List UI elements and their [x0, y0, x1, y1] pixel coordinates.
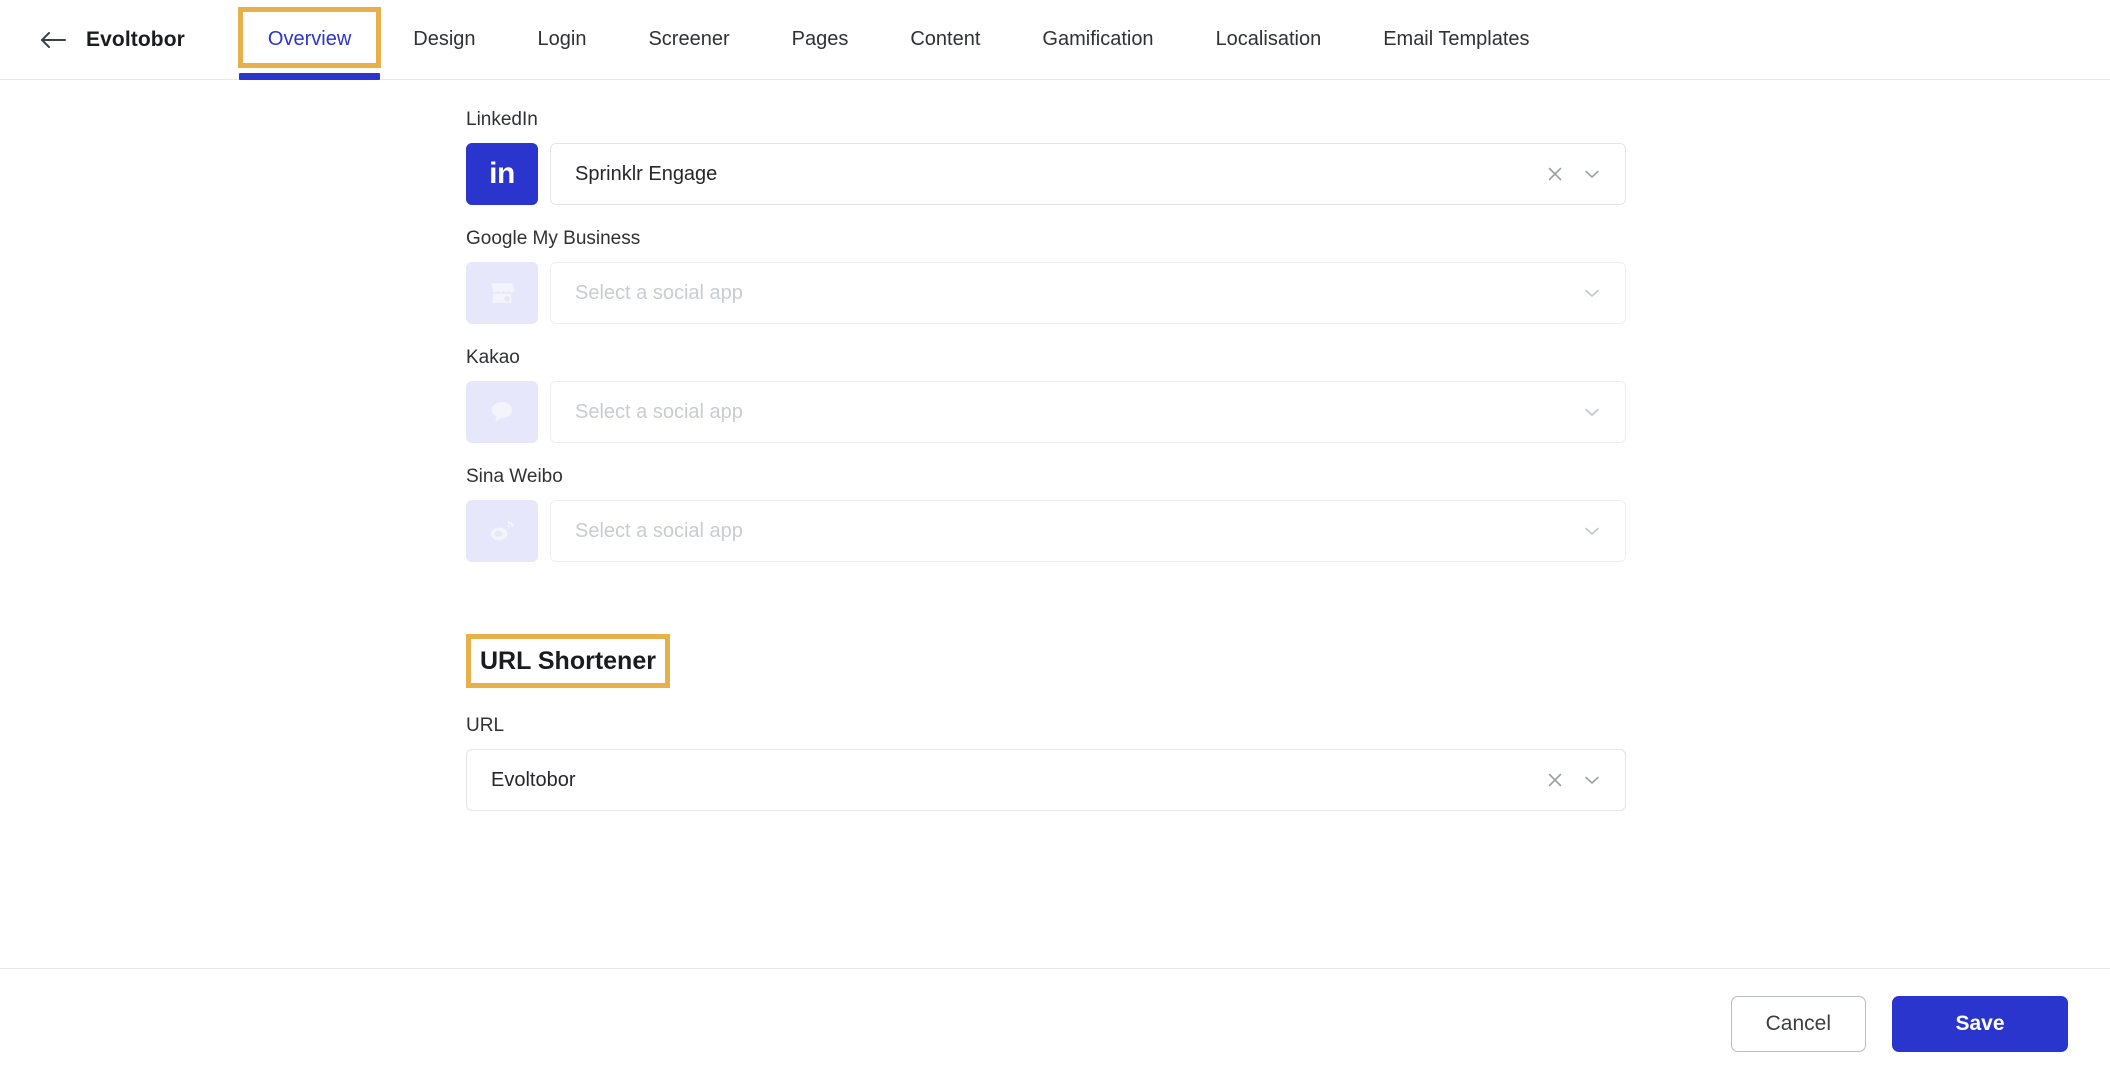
- chevron-down-icon[interactable]: [1581, 520, 1603, 542]
- tab-label: Screener: [648, 28, 729, 51]
- google-my-business-icon: [466, 262, 538, 324]
- chevron-down-icon[interactable]: [1581, 769, 1603, 791]
- field-kakao: Kakao Select a social app: [466, 346, 1626, 443]
- form-scroll-region[interactable]: LinkedIn in Sprinklr Engage: [0, 80, 2110, 968]
- tab-label: Email Templates: [1383, 28, 1529, 51]
- linkedin-icon: in: [466, 143, 538, 205]
- url-shortener-heading-wrap: URL Shortener: [466, 634, 670, 688]
- linkedin-social-app-select[interactable]: Sprinklr Engage: [550, 143, 1626, 205]
- field-label: LinkedIn: [466, 108, 1626, 132]
- select-actions: [1545, 769, 1603, 791]
- social-apps-form: LinkedIn in Sprinklr Engage: [466, 108, 1626, 811]
- select-actions: [1545, 163, 1603, 185]
- select-actions: [1581, 401, 1603, 423]
- field-row: Select a social app: [466, 262, 1626, 324]
- linkedin-glyph: in: [489, 157, 515, 191]
- url-select[interactable]: Evoltobor: [466, 749, 1626, 811]
- tab-label: Gamification: [1042, 28, 1153, 51]
- chevron-down-icon[interactable]: [1581, 163, 1603, 185]
- app-header: Evoltobor Overview Design Login Screener…: [0, 0, 2110, 80]
- url-shortener-section: URL Shortener URL Evoltobor: [466, 634, 1626, 811]
- field-label: Google My Business: [466, 227, 1626, 251]
- field-linkedin: LinkedIn in Sprinklr Engage: [466, 108, 1626, 205]
- tab-content[interactable]: Content: [879, 0, 1011, 80]
- field-label: Sina Weibo: [466, 465, 1626, 489]
- select-actions: [1581, 520, 1603, 542]
- field-google-my-business: Google My Business Select a social app: [466, 227, 1626, 324]
- tab-label: Content: [910, 28, 980, 51]
- select-placeholder: Select a social app: [575, 282, 1581, 305]
- tab-localisation[interactable]: Localisation: [1185, 0, 1353, 80]
- app-root: Evoltobor Overview Design Login Screener…: [0, 0, 2110, 1078]
- select-placeholder: Select a social app: [575, 401, 1581, 424]
- field-sina-weibo: Sina Weibo Select a social app: [466, 465, 1626, 562]
- tab-label: Login: [538, 28, 587, 51]
- select-value: Sprinklr Engage: [575, 163, 1545, 186]
- chevron-down-icon[interactable]: [1581, 401, 1603, 423]
- select-placeholder: Select a social app: [575, 520, 1581, 543]
- chevron-down-icon[interactable]: [1581, 282, 1603, 304]
- tab-label: Overview: [268, 28, 351, 51]
- tab-overview[interactable]: Overview: [237, 0, 382, 80]
- field-row: Select a social app: [466, 500, 1626, 562]
- tab-email-templates[interactable]: Email Templates: [1352, 0, 1560, 80]
- tab-pages[interactable]: Pages: [761, 0, 880, 80]
- close-icon[interactable]: [1545, 770, 1565, 790]
- field-row: Select a social app: [466, 381, 1626, 443]
- back-arrow-icon[interactable]: [36, 23, 70, 57]
- tab-screener[interactable]: Screener: [617, 0, 760, 80]
- sina-weibo-social-app-select[interactable]: Select a social app: [550, 500, 1626, 562]
- field-row: in Sprinklr Engage: [466, 143, 1626, 205]
- tab-bar: Overview Design Login Screener Pages Con…: [237, 0, 1561, 80]
- field-label: URL: [466, 714, 1626, 738]
- tab-label: Pages: [792, 28, 849, 51]
- google-my-business-social-app-select[interactable]: Select a social app: [550, 262, 1626, 324]
- form-footer: Cancel Save: [0, 968, 2110, 1078]
- select-value: Evoltobor: [491, 769, 1545, 792]
- sina-weibo-icon: [466, 500, 538, 562]
- kakao-icon: [466, 381, 538, 443]
- field-label: Kakao: [466, 346, 1626, 370]
- tab-login[interactable]: Login: [507, 0, 618, 80]
- tab-gamification[interactable]: Gamification: [1011, 0, 1184, 80]
- tab-design[interactable]: Design: [382, 0, 506, 80]
- save-button[interactable]: Save: [1892, 996, 2068, 1052]
- page-title: Evoltobor: [86, 28, 185, 52]
- section-heading: URL Shortener: [480, 646, 656, 676]
- tab-label: Localisation: [1216, 28, 1322, 51]
- kakao-social-app-select[interactable]: Select a social app: [550, 381, 1626, 443]
- cancel-button[interactable]: Cancel: [1731, 996, 1866, 1052]
- select-actions: [1581, 282, 1603, 304]
- tab-label: Design: [413, 28, 475, 51]
- close-icon[interactable]: [1545, 164, 1565, 184]
- field-url: URL Evoltobor: [466, 714, 1626, 811]
